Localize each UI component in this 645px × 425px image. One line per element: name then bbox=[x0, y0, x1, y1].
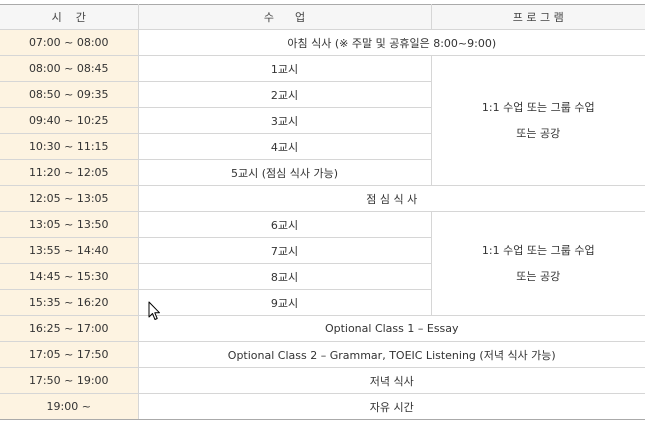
time-cell: 13:05 ~ 13:50 bbox=[0, 211, 139, 238]
table-row: 16:25 ~ 17:00 Optional Class 1 – Essay bbox=[0, 315, 645, 342]
class-cell: 9교시 bbox=[137, 289, 431, 316]
table-row: 08:00 ~ 08:45 1교시 1:1 수업 또는 그룹 수업 또는 공강 bbox=[0, 55, 645, 186]
table-header-row: 시 간 수 업 프 로 그 램 bbox=[0, 4, 645, 30]
class-cell: 자유 시간 bbox=[137, 393, 645, 420]
program-cell-morning: 1:1 수업 또는 그룹 수업 또는 공강 bbox=[430, 55, 645, 186]
class-cell: 6교시 bbox=[137, 211, 432, 238]
program-line: 1:1 수업 또는 그룹 수업 bbox=[481, 100, 595, 114]
class-cell: 2교시 bbox=[137, 81, 431, 108]
class-cell: 1교시 bbox=[137, 55, 432, 82]
table-row: 12:05 ~ 13:05 점 심 식 사 bbox=[0, 185, 645, 212]
time-cell: 11:20 ~ 12:05 bbox=[0, 159, 139, 186]
class-cell: 저녁 식사 bbox=[137, 367, 645, 394]
time-cell: 10:30 ~ 11:15 bbox=[0, 133, 139, 160]
class-cell: 점 심 식 사 bbox=[137, 185, 645, 212]
class-cell: 7교시 bbox=[137, 237, 431, 264]
table-row: 19:00 ~ 자유 시간 bbox=[0, 393, 645, 420]
time-cell: 19:00 ~ bbox=[0, 393, 139, 420]
class-cell: Optional Class 2 – Grammar, TOEIC Listen… bbox=[137, 341, 645, 368]
header-program: 프 로 그 램 bbox=[430, 4, 645, 30]
time-cell: 09:40 ~ 10:25 bbox=[0, 107, 139, 134]
schedule-table: 시 간 수 업 프 로 그 램 07:00 ~ 08:00 아침 식사 (※ 주… bbox=[0, 4, 645, 420]
class-cell: 4교시 bbox=[137, 133, 431, 160]
class-cell: Optional Class 1 – Essay bbox=[137, 315, 645, 342]
time-cell: 08:00 ~ 08:45 bbox=[0, 55, 139, 82]
program-cell-afternoon: 1:1 수업 또는 그룹 수업 또는 공강 bbox=[430, 211, 645, 316]
time-cell: 12:05 ~ 13:05 bbox=[0, 185, 139, 212]
class-cell: 아침 식사 (※ 주말 및 공휴일은 8:00~9:00) bbox=[137, 29, 645, 56]
time-cell: 17:05 ~ 17:50 bbox=[0, 341, 139, 368]
time-cell: 15:35 ~ 16:20 bbox=[0, 289, 139, 316]
class-cell: 5교시 (점심 식사 가능) bbox=[137, 159, 431, 186]
program-line: 또는 공강 bbox=[516, 126, 561, 140]
table-row: 17:05 ~ 17:50 Optional Class 2 – Grammar… bbox=[0, 341, 645, 368]
time-cell: 07:00 ~ 08:00 bbox=[0, 29, 139, 56]
program-line: 또는 공강 bbox=[516, 269, 561, 283]
header-time: 시 간 bbox=[0, 4, 139, 30]
time-cell: 17:50 ~ 19:00 bbox=[0, 367, 139, 394]
class-cell: 8교시 bbox=[137, 263, 431, 290]
table-row: 17:50 ~ 19:00 저녁 식사 bbox=[0, 367, 645, 394]
time-cell: 14:45 ~ 15:30 bbox=[0, 263, 139, 290]
table-row: 07:00 ~ 08:00 아침 식사 (※ 주말 및 공휴일은 8:00~9:… bbox=[0, 29, 645, 56]
header-class: 수 업 bbox=[137, 4, 432, 30]
mouse-pointer-icon bbox=[148, 301, 160, 320]
time-cell: 13:55 ~ 14:40 bbox=[0, 237, 139, 264]
time-cell: 16:25 ~ 17:00 bbox=[0, 315, 139, 342]
time-cell: 08:50 ~ 09:35 bbox=[0, 81, 139, 108]
table-row: 13:05 ~ 13:50 6교시 1:1 수업 또는 그룹 수업 또는 공강 bbox=[0, 211, 645, 316]
class-cell: 3교시 bbox=[137, 107, 431, 134]
program-line: 1:1 수업 또는 그룹 수업 bbox=[481, 243, 595, 257]
